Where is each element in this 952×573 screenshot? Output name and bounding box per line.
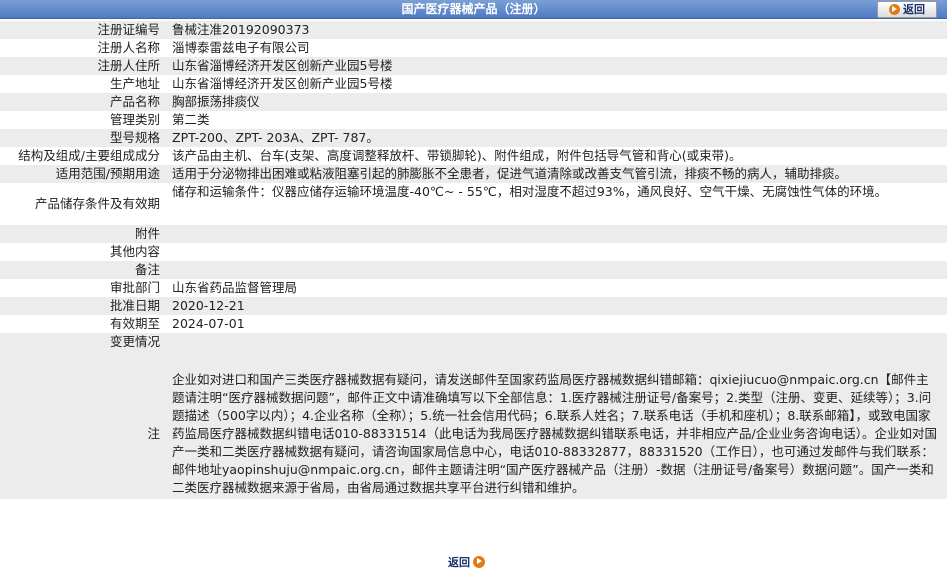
field-label: 附件 <box>0 225 166 243</box>
field-value: 该产品由主机、台车(支架、高度调整释放杆、带锁脚轮)、附件组成，附件包括导气管和… <box>166 147 947 165</box>
field-label: 结构及组成/主要组成成分 <box>0 147 166 165</box>
field-label: 适用范围/预期用途 <box>0 165 166 183</box>
field-label: 批准日期 <box>0 297 166 315</box>
field-label: 型号规格 <box>0 129 166 147</box>
notice-text: 企业如对进口和国产三类医疗器械数据有疑问，请发送邮件至国家药监局医疗器械数据纠错… <box>166 353 947 499</box>
field-label: 注册人住所 <box>0 57 166 75</box>
arrow-right-icon <box>889 4 900 15</box>
table-row: 其他内容 <box>0 243 947 261</box>
page-header: 国产医疗器械产品（注册） 返回 <box>0 0 947 19</box>
table-row: 注 企业如对进口和国产三类医疗器械数据有疑问，请发送邮件至国家药监局医疗器械数据… <box>0 353 947 499</box>
field-label: 审批部门 <box>0 279 166 297</box>
field-value: 山东省药品监督管理局 <box>166 279 947 297</box>
field-label: 生产地址 <box>0 75 166 93</box>
field-value: 储存和运输条件：仪器应储存运输环境温度-40℃~ - 55℃，相对湿度不超过93… <box>166 183 947 225</box>
field-value <box>166 333 947 353</box>
table-row: 结构及组成/主要组成成分 该产品由主机、台车(支架、高度调整释放杆、带锁脚轮)、… <box>0 147 947 165</box>
field-value <box>166 243 947 261</box>
field-value: 山东省淄博经济开发区创新产业园5号楼 <box>166 57 947 75</box>
field-value: 淄博泰雷兹电子有限公司 <box>166 39 947 57</box>
field-value <box>166 225 947 243</box>
field-value: 山东省淄博经济开发区创新产业园5号楼 <box>166 75 947 93</box>
field-label: 注 <box>0 353 166 499</box>
field-label: 产品储存条件及有效期 <box>0 183 166 225</box>
field-value: ZPT-200、ZPT- 203A、ZPT- 787。 <box>166 129 947 147</box>
field-label: 变更情况 <box>0 333 166 353</box>
table-row: 生产地址 山东省淄博经济开发区创新产业园5号楼 <box>0 75 947 93</box>
field-value: 2020-12-21 <box>166 297 947 315</box>
field-value: 适用于分泌物排出困难或粘液阻塞引起的肺膨胀不全患者，促进气道清除或改善支气管引流… <box>166 165 947 183</box>
arrow-right-icon <box>473 555 485 568</box>
field-value: 胸部振荡排痰仪 <box>166 93 947 111</box>
page-title: 国产医疗器械产品（注册） <box>401 2 546 16</box>
field-label: 备注 <box>0 261 166 279</box>
table-row: 注册人名称 淄博泰雷兹电子有限公司 <box>0 39 947 57</box>
table-row: 产品名称 胸部振荡排痰仪 <box>0 93 947 111</box>
detail-table: 注册证编号 鲁械注准20192090373 注册人名称 淄博泰雷兹电子有限公司 … <box>0 21 947 499</box>
field-label: 注册人名称 <box>0 39 166 57</box>
table-row: 附件 <box>0 225 947 243</box>
field-label: 产品名称 <box>0 93 166 111</box>
back-button-top[interactable]: 返回 <box>877 1 937 18</box>
table-row: 变更情况 <box>0 333 947 353</box>
back-button-bottom[interactable]: 返回 <box>448 553 496 570</box>
field-value <box>166 261 947 279</box>
table-row: 产品储存条件及有效期 储存和运输条件：仪器应储存运输环境温度-40℃~ - 55… <box>0 183 947 225</box>
field-label: 有效期至 <box>0 315 166 333</box>
table-row: 批准日期 2020-12-21 <box>0 297 947 315</box>
table-row: 备注 <box>0 261 947 279</box>
field-value: 2024-07-01 <box>166 315 947 333</box>
table-row: 注册人住所 山东省淄博经济开发区创新产业园5号楼 <box>0 57 947 75</box>
field-label: 其他内容 <box>0 243 166 261</box>
table-row: 型号规格 ZPT-200、ZPT- 203A、ZPT- 787。 <box>0 129 947 147</box>
table-row: 管理类别 第二类 <box>0 111 947 129</box>
field-label: 管理类别 <box>0 111 166 129</box>
field-value: 第二类 <box>166 111 947 129</box>
field-label: 注册证编号 <box>0 21 166 39</box>
back-button-label: 返回 <box>448 555 470 569</box>
table-row: 审批部门 山东省药品监督管理局 <box>0 279 947 297</box>
table-row: 注册证编号 鲁械注准20192090373 <box>0 21 947 39</box>
table-row: 有效期至 2024-07-01 <box>0 315 947 333</box>
field-value: 鲁械注准20192090373 <box>166 21 947 39</box>
back-button-label: 返回 <box>903 3 925 16</box>
table-row: 适用范围/预期用途 适用于分泌物排出困难或粘液阻塞引起的肺膨胀不全患者，促进气道… <box>0 165 947 183</box>
